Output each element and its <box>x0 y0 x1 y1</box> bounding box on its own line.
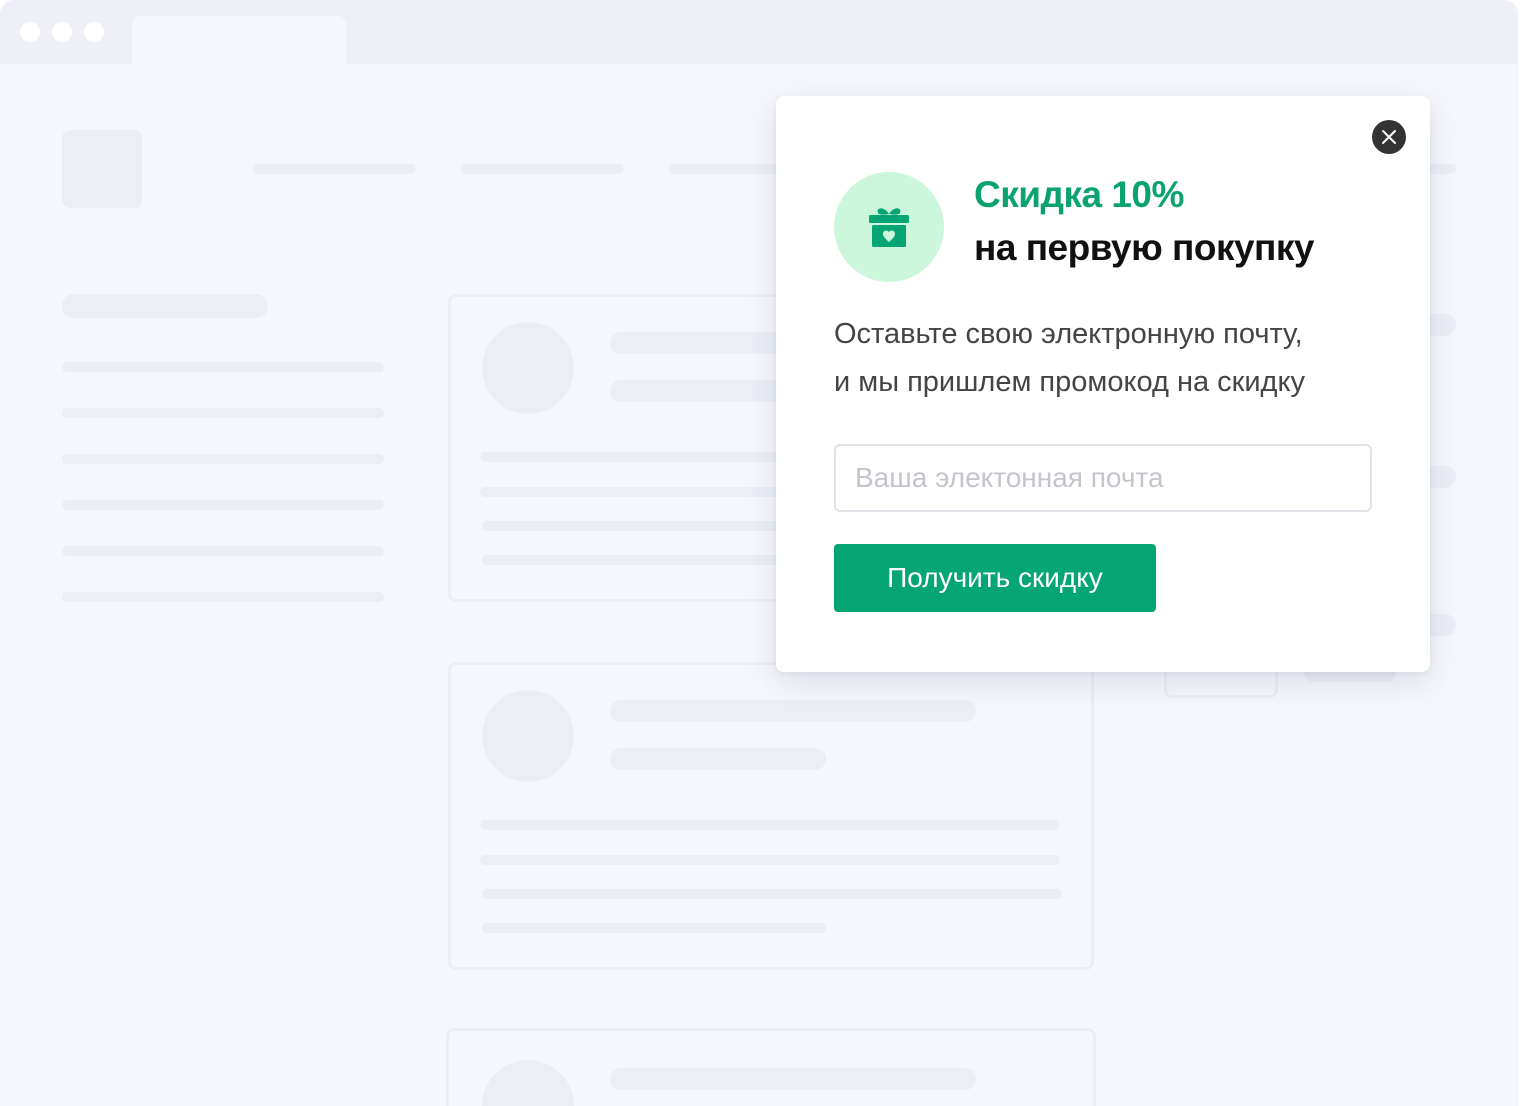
card-placeholder <box>446 1028 1096 1106</box>
sidebar-line-placeholder <box>62 546 384 556</box>
window-maximize-dot[interactable] <box>84 22 104 42</box>
gift-icon-badge <box>834 172 944 282</box>
window-close-dot[interactable] <box>20 22 40 42</box>
avatar-placeholder <box>482 690 574 782</box>
sidebar-line-placeholder <box>62 408 384 418</box>
close-button[interactable] <box>1372 120 1406 154</box>
avatar-placeholder <box>482 322 574 414</box>
line-placeholder <box>480 820 1060 830</box>
gift-icon <box>869 208 909 247</box>
close-icon <box>1382 130 1396 144</box>
sidebar-line-placeholder <box>62 592 384 602</box>
sidebar-line-placeholder <box>62 454 384 464</box>
popup-title-accent: Скидка 10% <box>974 174 1184 215</box>
card-placeholder <box>448 662 1094 970</box>
window-minimize-dot[interactable] <box>52 22 72 42</box>
nav-placeholder <box>252 164 416 174</box>
sidebar-heading-placeholder <box>62 294 268 318</box>
line-placeholder <box>482 923 826 933</box>
avatar-placeholder <box>482 1060 574 1106</box>
logo-placeholder <box>62 130 142 208</box>
discount-popup: Скидка 10% на первую покупку Оставьте св… <box>776 96 1430 672</box>
line-placeholder <box>482 889 1062 899</box>
line-placeholder <box>610 700 976 722</box>
browser-titlebar <box>0 0 1518 64</box>
sidebar-line-placeholder <box>62 500 384 510</box>
sidebar-line-placeholder <box>62 362 384 372</box>
line-placeholder <box>610 1068 976 1090</box>
popup-description: Оставьте свою электронную почту, и мы пр… <box>834 310 1305 406</box>
get-discount-button[interactable]: Получить скидку <box>834 544 1156 612</box>
popup-title: на первую покупку <box>974 227 1315 268</box>
nav-placeholder <box>460 164 624 174</box>
browser-tab[interactable] <box>132 16 346 64</box>
line-placeholder <box>610 748 826 770</box>
line-placeholder <box>480 855 1060 865</box>
popup-description-line: и мы пришлем промокод на скидку <box>834 366 1305 398</box>
email-input[interactable] <box>834 444 1372 512</box>
popup-description-line: Оставьте свою электронную почту, <box>834 318 1303 350</box>
